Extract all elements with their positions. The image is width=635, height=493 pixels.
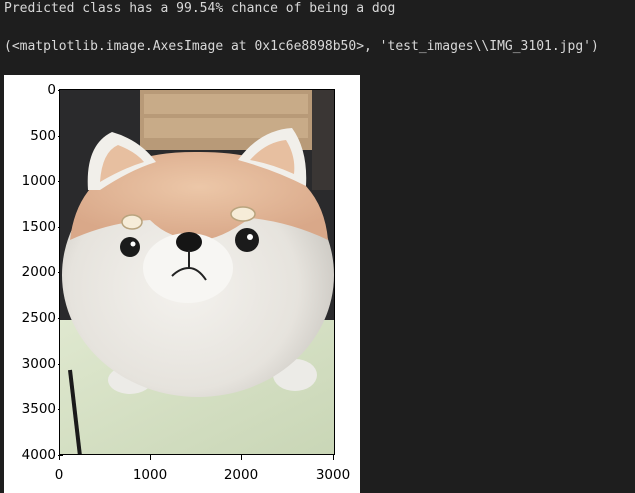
x-tick-label: 1000 xyxy=(132,467,168,483)
x-tick-mark xyxy=(333,455,334,460)
y-tick-label: 3500 xyxy=(21,401,56,417)
prediction-output: Predicted class has a 99.54% chance of b… xyxy=(4,1,396,16)
x-tick-label: 2000 xyxy=(223,467,259,483)
y-tick-label: 1000 xyxy=(21,173,56,189)
y-tick-label: 3000 xyxy=(21,356,56,372)
dog-plush-image xyxy=(60,90,334,454)
x-tick-mark xyxy=(150,455,151,460)
y-tick-label: 500 xyxy=(30,128,56,144)
x-tick-mark xyxy=(241,455,242,460)
x-tick-mark xyxy=(59,455,60,460)
y-tick-label: 2000 xyxy=(21,264,56,280)
x-tick-label: 0 xyxy=(54,467,64,483)
axes-image-repr-output: (<matplotlib.image.AxesImage at 0x1c6e88… xyxy=(4,39,599,54)
y-tick-label: 2500 xyxy=(21,310,56,326)
y-tick-label: 4000 xyxy=(21,447,56,463)
y-tick-label: 1500 xyxy=(21,219,56,235)
y-tick-label: 0 xyxy=(47,82,56,98)
image-axes xyxy=(59,89,335,455)
x-tick-label: 3000 xyxy=(315,467,351,483)
